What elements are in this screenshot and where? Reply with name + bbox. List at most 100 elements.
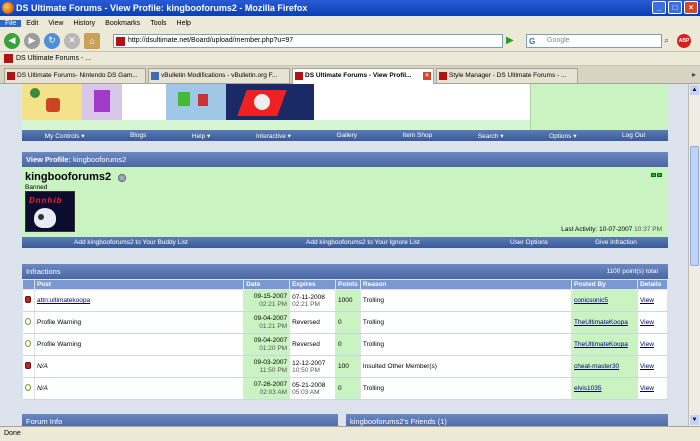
expires-cell: 12-12-2007 10:50 PM xyxy=(289,355,337,378)
profile-block: View Profile: kingbooforums2 kingbooforu… xyxy=(22,152,668,248)
close-icon[interactable]: × xyxy=(684,1,698,14)
expires-value: 05-21-2008 xyxy=(292,381,326,389)
give-infraction-link[interactable]: Give Infraction xyxy=(595,237,637,248)
search-input[interactable]: G Google xyxy=(526,34,662,48)
scroll-down-icon[interactable]: ▼ xyxy=(690,415,699,425)
table-row: Profile Warning 09-04-2007 01:21 PM Reverse… xyxy=(22,311,669,334)
last-activity-label: Last Activity: xyxy=(561,226,598,233)
expires-cell: 05-21-2008 05:03 AM xyxy=(289,377,337,400)
adblock-icon[interactable]: ABP xyxy=(677,34,691,48)
window-titlebar: DS Ultimate Forums - View Profile: kingb… xyxy=(0,0,700,16)
nav-options[interactable]: Options ▾ xyxy=(549,132,576,140)
points-cell: 100 xyxy=(335,355,361,378)
posted-by-link[interactable]: TheUltimateKoopa xyxy=(574,341,628,348)
tab-close-icon[interactable]: × xyxy=(423,72,431,80)
offline-status-icon xyxy=(118,174,126,182)
posted-by-link[interactable]: TheUltimateKoopa xyxy=(574,319,628,326)
posted-by-link[interactable]: elvis1035 xyxy=(574,385,601,392)
nav-help[interactable]: Help ▾ xyxy=(192,132,210,140)
tab-list-icon[interactable]: ▸ xyxy=(692,70,696,79)
nav-search[interactable]: Search ▾ xyxy=(478,132,504,140)
scroll-thumb[interactable] xyxy=(690,146,699,266)
navigation-toolbar: ◀ ▶ ↻ ✕ ⌂ http://dsultimate.net/Board/up… xyxy=(0,30,700,52)
date-time: 01:21 PM xyxy=(259,322,288,330)
post-text: Profile Warning xyxy=(36,341,82,348)
nav-my-controls[interactable]: My Controls ▾ xyxy=(45,132,85,140)
posted-by-cell: cheat-master30 xyxy=(571,355,638,378)
profile-header-label: View Profile: xyxy=(26,155,71,164)
menu-help[interactable]: Help xyxy=(172,20,196,27)
col-expires: Expires xyxy=(289,279,337,290)
menu-view[interactable]: View xyxy=(43,20,68,27)
tab-view-profile[interactable]: DS Ultimate Forums - View Profil... × xyxy=(292,68,434,84)
banner-side-panel xyxy=(530,84,668,130)
date-cell: 09-03-2007 11:50 PM xyxy=(243,355,291,378)
post-text: Profile Warning xyxy=(36,319,82,326)
back-arrow-icon[interactable]: ◀ xyxy=(4,32,20,49)
posted-by-cell: TheUltimateKoopa xyxy=(571,311,638,334)
nav-log-out[interactable]: Log Out xyxy=(622,132,645,139)
points-cell: 0 xyxy=(335,333,361,356)
post-link[interactable]: attn:ultimatekoopa xyxy=(37,297,90,304)
google-icon: G xyxy=(529,37,536,46)
post-cell: Profile Warning xyxy=(34,333,245,356)
tab-favicon-icon xyxy=(439,72,447,80)
url-input[interactable]: http://dsultimate.net/Board/upload/membe… xyxy=(113,34,503,48)
stop-icon[interactable]: ✕ xyxy=(64,32,80,49)
view-details-link[interactable]: View xyxy=(640,341,654,348)
tab-favicon-icon xyxy=(7,72,15,80)
go-arrow-icon[interactable]: ▶ xyxy=(506,35,518,47)
last-activity-date: 10-07-2007 xyxy=(599,226,633,233)
col-icon xyxy=(22,279,35,290)
avatar-text: Dnnhib xyxy=(29,196,63,205)
maximize-icon[interactable]: □ xyxy=(668,1,682,14)
menu-edit[interactable]: Edit xyxy=(21,20,43,27)
points-cell: 0 xyxy=(335,311,361,334)
date-time: 02:21 PM xyxy=(259,300,288,308)
menu-tools[interactable]: Tools xyxy=(145,20,171,27)
reason-cell: Trolling xyxy=(360,289,573,312)
infractions-block: Infractions 1100 point(s) total Post Dat… xyxy=(22,264,669,400)
forum-banner xyxy=(22,84,668,130)
infractions-title: Infractions xyxy=(26,267,61,276)
nav-gallery[interactable]: Gallery xyxy=(336,132,357,139)
add-ignore-link[interactable]: Add kingbooforums2 to Your Ignore List xyxy=(306,237,420,248)
menu-bar: File Edit View History Bookmarks Tools H… xyxy=(0,16,700,30)
reload-icon[interactable]: ↻ xyxy=(44,32,60,49)
menu-bookmarks[interactable]: Bookmarks xyxy=(100,20,145,27)
tab-ds-ultimate-forums[interactable]: DS Ultimate Forums- Nintendo DS Gam... xyxy=(4,68,146,83)
menu-history[interactable]: History xyxy=(68,20,100,27)
posted-by-link[interactable]: cheat-master30 xyxy=(574,363,619,370)
view-details-link[interactable]: View xyxy=(640,319,654,326)
menu-file[interactable]: File xyxy=(0,19,22,27)
home-icon[interactable]: ⌂ xyxy=(84,32,100,49)
view-details-link[interactable]: View xyxy=(640,297,654,304)
search-icon[interactable]: ⌕ xyxy=(664,35,669,46)
row-icon-cell xyxy=(22,333,35,356)
bookmark-item[interactable]: DS Ultimate Forums - ... xyxy=(16,55,91,62)
tab-bar: DS Ultimate Forums- Nintendo DS Gam... v… xyxy=(0,66,700,84)
col-date: Date xyxy=(243,279,291,290)
add-buddy-link[interactable]: Add kingbooforums2 to Your Buddy List xyxy=(74,237,188,248)
tab-favicon-icon xyxy=(151,72,159,80)
view-details-link[interactable]: View xyxy=(640,363,654,370)
tab-style-manager[interactable]: Style Manager - DS Ultimate Forums - ... xyxy=(436,68,578,83)
vertical-scrollbar[interactable]: ▲ ▼ xyxy=(688,84,700,426)
nav-item-shop[interactable]: Item Shop xyxy=(403,132,433,139)
posted-by-link[interactable]: conicsonic5 xyxy=(574,297,608,304)
scroll-up-icon[interactable]: ▲ xyxy=(690,85,699,95)
infractions-total: 1100 point(s) total xyxy=(606,268,658,275)
table-row: N/A 09-03-2007 11:50 PM 12-12-2007 10:50 PM 1… xyxy=(22,355,669,378)
forum-info-header: Forum Info xyxy=(22,414,338,426)
nav-interactive[interactable]: Interactive ▾ xyxy=(256,132,291,140)
nav-blogs[interactable]: Blogs xyxy=(130,132,146,139)
tab-vbulletin-modifications[interactable]: vBulletin Modifications - vBulletin.org … xyxy=(148,68,290,83)
firefox-logo-icon xyxy=(2,2,14,14)
view-details-link[interactable]: View xyxy=(640,385,654,392)
minimize-icon[interactable]: _ xyxy=(652,1,666,14)
table-header-row: Post Date Expires Points Reason Posted B… xyxy=(22,279,669,290)
expires-time: 05:03 AM xyxy=(292,388,320,396)
posted-by-cell: elvis1035 xyxy=(571,377,638,400)
user-options-link[interactable]: User Options xyxy=(510,237,548,248)
forward-arrow-icon[interactable]: ▶ xyxy=(24,32,40,49)
